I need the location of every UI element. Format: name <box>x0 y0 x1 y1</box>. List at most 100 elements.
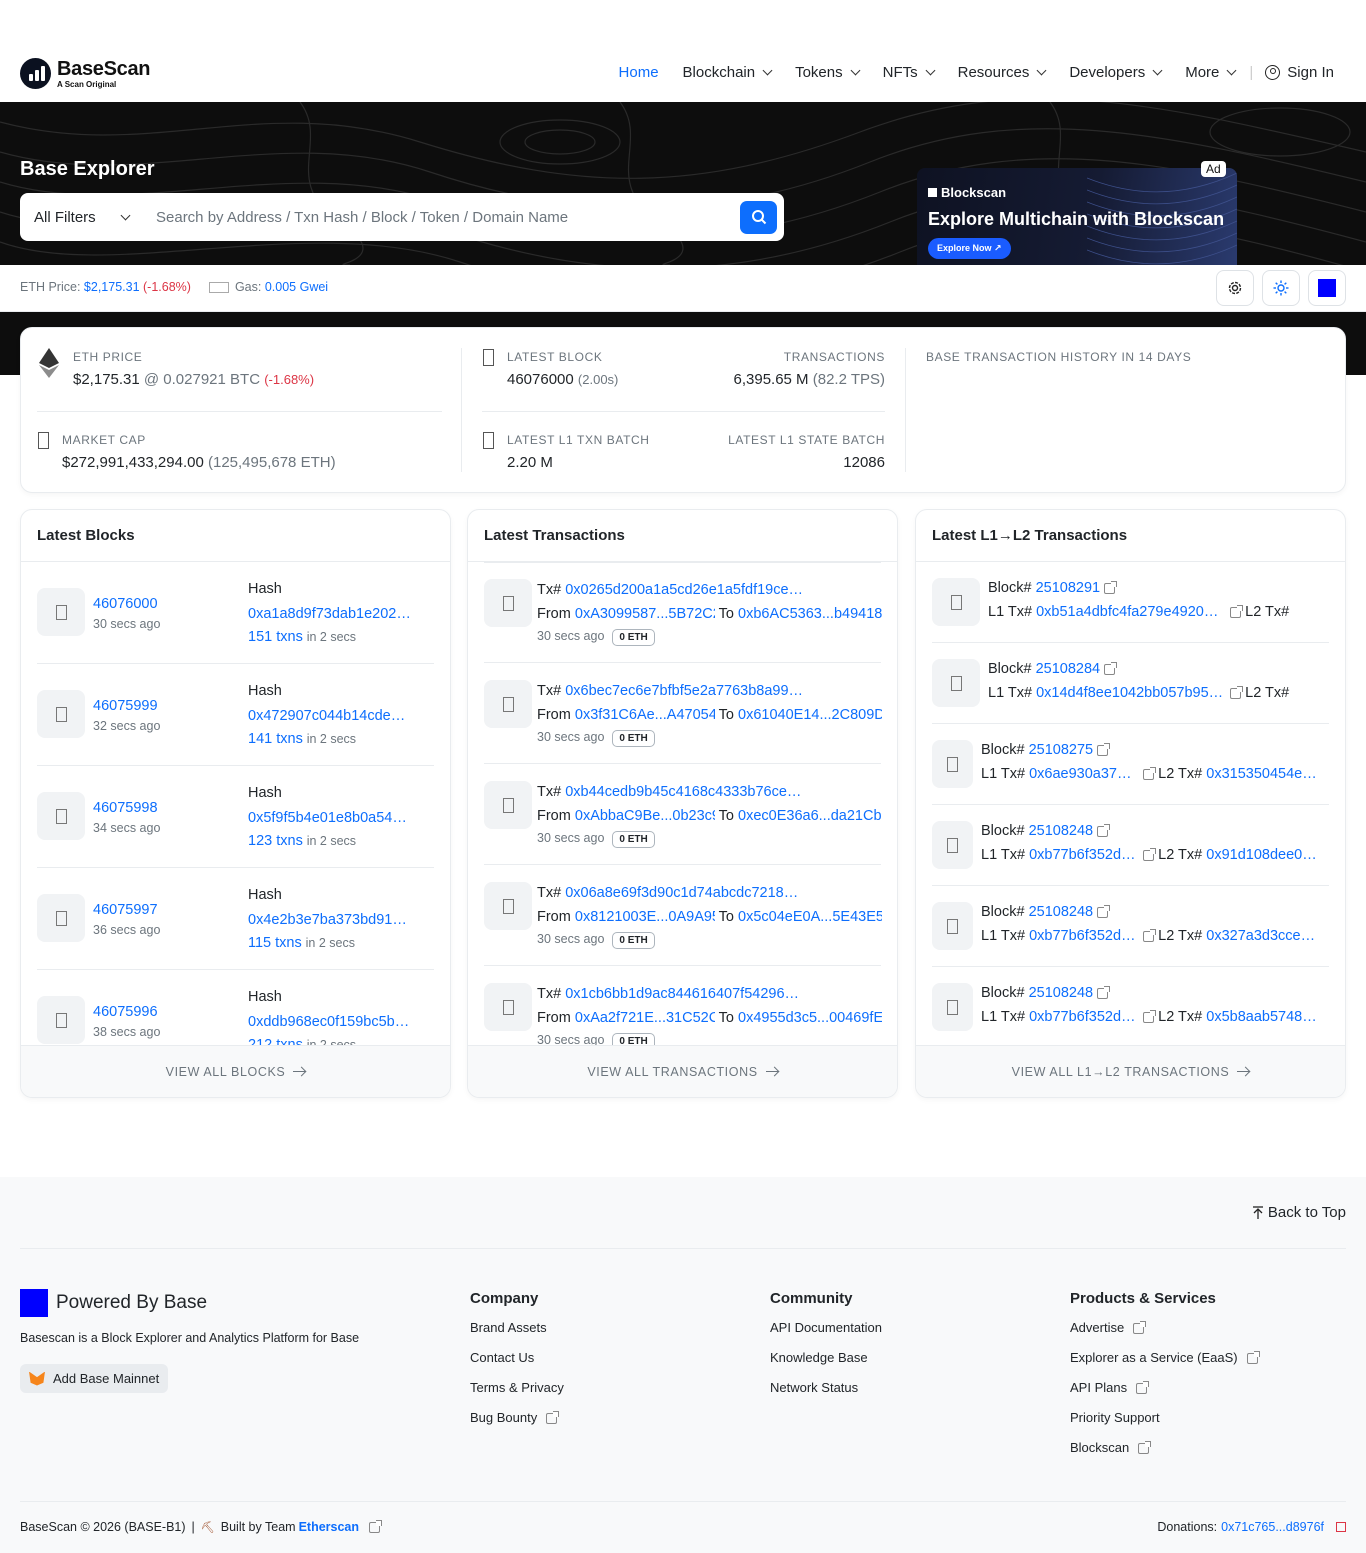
l1-block-link[interactable]: 25108248 <box>1029 823 1094 839</box>
footer-products-link[interactable]: API Plans <box>1070 1380 1258 1395</box>
footer-community-link[interactable]: Knowledge Base <box>770 1350 882 1365</box>
external-link-icon[interactable] <box>1143 766 1157 780</box>
l1-block-link[interactable]: 25108248 <box>1029 904 1094 920</box>
search-button[interactable] <box>740 200 777 234</box>
nav-developers[interactable]: Developers <box>1069 64 1163 81</box>
l1-tx-link[interactable]: 0x14d4f8ee1042bb057b95… <box>1036 685 1224 701</box>
footer-company-link[interactable]: Contact Us <box>470 1350 564 1365</box>
etherscan-link[interactable]: Etherscan <box>299 1520 359 1534</box>
settings-button[interactable] <box>1216 270 1254 306</box>
external-link-icon[interactable] <box>1097 742 1111 756</box>
l1-block-link[interactable]: 25108291 <box>1036 580 1101 596</box>
tx-hash-link[interactable]: 0x0265d200a1a5cd26e1a5fdf19ce… <box>565 582 803 598</box>
tx-to-link[interactable]: 0x61040E14...2C809D <box>738 707 882 723</box>
l2-tx-link[interactable]: 0x5b8aab5748c… <box>1206 1009 1322 1025</box>
block-hash-link[interactable]: 0x5f9f5b4e01e8b0a54… <box>248 810 418 826</box>
block-txns-link[interactable]: 115 txns <box>248 935 302 951</box>
footer-products-link[interactable]: Blockscan <box>1070 1440 1258 1455</box>
block-txns-link[interactable]: 151 txns <box>248 629 303 645</box>
view-all-l1-l2-button[interactable]: VIEW ALL L1→L2 TRANSACTIONS <box>916 1045 1345 1097</box>
theme-toggle-button[interactable] <box>1262 270 1300 306</box>
l1-tx-link[interactable]: 0xb77b6f352d1… <box>1029 1009 1137 1025</box>
nav-more[interactable]: More <box>1185 64 1237 81</box>
l1-block-link[interactable]: 25108275 <box>1029 742 1094 758</box>
blockscan-ad-banner[interactable]: Blockscan Explore Multichain with Blocks… <box>917 168 1237 265</box>
block-number-link[interactable]: 46075997 <box>93 902 158 918</box>
external-link-icon[interactable] <box>1143 1009 1157 1023</box>
external-link-icon[interactable] <box>1097 823 1111 837</box>
footer-company-link[interactable]: Brand Assets <box>470 1320 564 1335</box>
footer-products-link[interactable]: Explorer as a Service (EaaS) <box>1070 1350 1260 1365</box>
footer-products-link[interactable]: Advertise <box>1070 1320 1258 1335</box>
tx-hash-link[interactable]: 0x1cb6bb1d9ac844616407f54296… <box>565 986 803 1002</box>
block-hash-link[interactable]: 0x4e2b3e7ba373bd91… <box>248 912 418 928</box>
footer-community-link[interactable]: API Documentation <box>770 1320 882 1335</box>
tx-to-link[interactable]: 0x4955d3c5...00469fE <box>738 1010 882 1026</box>
external-link-icon[interactable] <box>1143 847 1157 861</box>
block-number-link[interactable]: 46075999 <box>93 698 158 714</box>
transactions-value[interactable]: 6,395.65 M <box>734 371 809 388</box>
tx-to-link[interactable]: 0xb6AC5363...b49418 <box>738 606 882 622</box>
tx-from-link[interactable]: 0x3f31C6Ae...A47054 <box>575 707 715 723</box>
l1-tx-link[interactable]: 0x6ae930a377… <box>1029 766 1137 782</box>
network-switch-button[interactable] <box>1308 270 1346 306</box>
gas-value-link[interactable]: 0.005 Gwei <box>265 280 328 294</box>
block-number-link[interactable]: 46075996 <box>93 1004 158 1020</box>
external-link-icon[interactable] <box>1104 580 1118 594</box>
footer-company-link[interactable]: Terms & Privacy <box>470 1380 564 1395</box>
latest-block-value[interactable]: 46076000 <box>507 371 574 388</box>
search-input[interactable] <box>142 208 740 226</box>
l1-tx-link[interactable]: 0xb51a4dbfc4fa279e4920e… <box>1036 604 1224 620</box>
tx-to-link[interactable]: 0x5c04eE0A...5E43E5 <box>738 909 882 925</box>
external-link-icon[interactable] <box>1097 904 1111 918</box>
nav-resources[interactable]: Resources <box>958 64 1047 81</box>
tx-hash-link[interactable]: 0x06a8e69f3d90c1d74abcdc72189… <box>565 885 803 901</box>
tx-hash-link[interactable]: 0xb44cedb9b45c4168c4333b76ce… <box>565 784 803 800</box>
l1-block-link[interactable]: 25108248 <box>1029 985 1094 1001</box>
search-filter-dropdown[interactable]: All Filters <box>20 209 142 226</box>
l1-tx-link[interactable]: 0xb77b6f352d1… <box>1029 928 1137 944</box>
block-txns-link[interactable]: 123 txns <box>248 833 303 849</box>
l2-tx-link[interactable]: 0x327a3d3cceef… <box>1206 928 1322 944</box>
view-all-transactions-button[interactable]: VIEW ALL TRANSACTIONS <box>468 1045 897 1097</box>
back-to-top-button[interactable]: Back to Top <box>1252 1204 1346 1221</box>
donations-address-link[interactable]: 0x71c765...d8976f <box>1221 1520 1324 1534</box>
footer-company-link[interactable]: Bug Bounty <box>470 1410 564 1425</box>
tx-from-link[interactable]: 0x8121003E...0A9A95 <box>575 909 715 925</box>
footer-community-link[interactable]: Network Status <box>770 1380 882 1395</box>
l1-state-batch-value[interactable]: 12086 <box>843 454 885 471</box>
ad-explore-button[interactable]: Explore Now ↗ <box>928 238 1011 259</box>
tx-from-link[interactable]: 0xAbbaC9Be...0b23c9 <box>575 808 715 824</box>
sign-in-button[interactable]: Sign In <box>1265 64 1334 81</box>
add-base-mainnet-button[interactable]: Add Base Mainnet <box>20 1364 169 1393</box>
external-link-icon[interactable] <box>1104 661 1118 675</box>
block-txns-link[interactable]: 141 txns <box>248 731 303 747</box>
nav-nfts[interactable]: NFTs <box>883 64 936 81</box>
l1-txn-batch-value[interactable]: 2.20 M <box>507 454 553 471</box>
l1-tx-link[interactable]: 0xb77b6f352d1… <box>1029 847 1137 863</box>
eth-price-stat-value[interactable]: $2,175.31 <box>73 371 140 388</box>
tx-to-link[interactable]: 0xec0E36a6...da21Cb0 <box>738 808 882 824</box>
l1-block-link[interactable]: 25108284 <box>1036 661 1101 677</box>
external-link-icon[interactable] <box>1097 985 1111 999</box>
l2-tx-link[interactable]: 0x91d108dee0d… <box>1206 847 1322 863</box>
block-hash-link[interactable]: 0xa1a8d9f73dab1e202… <box>248 606 418 622</box>
nav-home[interactable]: Home <box>619 64 659 81</box>
nav-tokens[interactable]: Tokens <box>795 64 861 81</box>
block-number-link[interactable]: 46076000 <box>93 596 158 612</box>
external-link-icon[interactable] <box>1230 604 1244 618</box>
block-number-link[interactable]: 46075998 <box>93 800 158 816</box>
nav-blockchain[interactable]: Blockchain <box>683 64 773 81</box>
external-link-icon[interactable] <box>1230 685 1244 699</box>
tx-from-link[interactable]: 0xAa2f721E...31C52C <box>575 1010 715 1026</box>
tx-from-link[interactable]: 0xA3099587...5B72C2 <box>575 606 715 622</box>
basescan-logo[interactable]: BaseScan A Scan Original <box>20 58 151 89</box>
block-hash-link[interactable]: 0x472907c044b14cde… <box>248 708 418 724</box>
view-all-blocks-button[interactable]: VIEW ALL BLOCKS <box>21 1045 450 1097</box>
block-hash-link[interactable]: 0xddb968ec0f159bc5b… <box>248 1014 418 1030</box>
external-link-icon[interactable] <box>1143 928 1157 942</box>
l2-tx-link[interactable]: 0x315350454eb… <box>1206 766 1322 782</box>
tx-hash-link[interactable]: 0x6bec7ec6e7bfbf5e2a7763b8a99… <box>565 683 803 699</box>
eth-price-link[interactable]: $2,175.31 <box>84 280 140 294</box>
qr-code-icon[interactable] <box>1336 1522 1346 1532</box>
